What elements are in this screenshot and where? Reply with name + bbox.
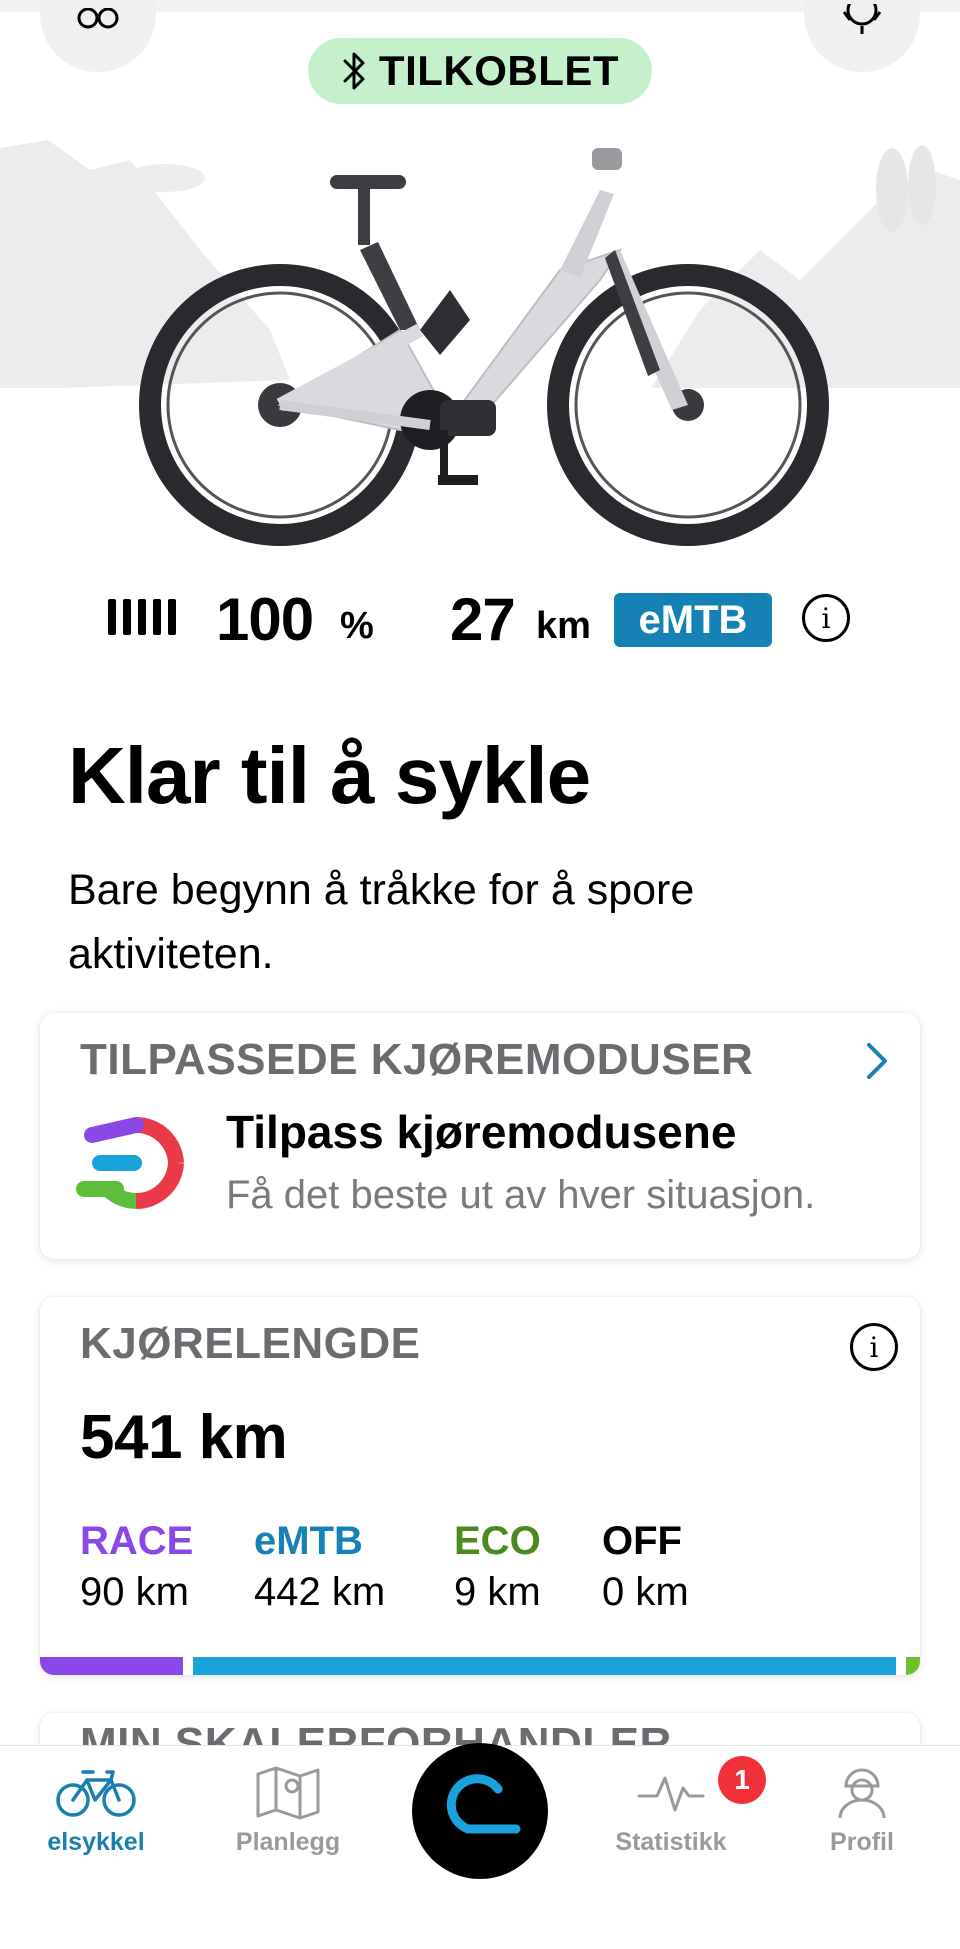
- rides-icon: [77, 8, 119, 29]
- battery-bar: [168, 599, 176, 635]
- range-value: 27: [450, 586, 516, 653]
- ride-modes-icon: [76, 1116, 184, 1210]
- connection-status-badge: TILKOBLET: [308, 38, 652, 104]
- range-unit: km: [536, 605, 591, 647]
- profile-icon: [838, 1768, 886, 1819]
- info-icon[interactable]: i: [802, 594, 850, 642]
- mode-label: OFF: [602, 1519, 682, 1563]
- custom-modes-card[interactable]: TILPASSEDE KJØREMODUSER Tilpass kjøremod…: [40, 1013, 920, 1259]
- mode-segment-eco: ECO 9 km: [454, 1519, 541, 1615]
- card-title: TILPASSEDE KJØREMODUSER: [80, 1035, 754, 1084]
- card-title: KJØRELENGDE: [80, 1319, 421, 1368]
- mode-label: RACE: [80, 1519, 194, 1563]
- tab-label: Planlegg: [235, 1828, 341, 1856]
- tab-elsykkel[interactable]: elsykkel: [16, 1764, 176, 1857]
- battery-percent: 100: [216, 586, 314, 653]
- ride-start-icon: [446, 1774, 521, 1834]
- mode-distribution-bar: [40, 1657, 920, 1675]
- mode-distance: 0 km: [602, 1570, 689, 1614]
- mode-segment-off: OFF 0 km: [602, 1519, 689, 1615]
- mode-segment-emtb: eMTB 442 km: [254, 1519, 385, 1615]
- odometer-card: KJØRELENGDE i 541 km RACE 90 km eMTB 442…: [40, 1297, 920, 1675]
- connection-label: TILKOBLET: [378, 47, 620, 94]
- mode-segment-race: RACE 90 km: [80, 1519, 193, 1615]
- mode-distance: 442 km: [254, 1570, 386, 1614]
- mode-distance: 9 km: [454, 1570, 541, 1614]
- odometer-total: 541 km: [80, 1403, 288, 1472]
- page-subtitle: Bare begynn å tråkke for å spore aktivit…: [68, 866, 695, 978]
- tab-label: Profil: [830, 1828, 894, 1856]
- distribution-segment-race: [40, 1657, 184, 1675]
- page-title: Klar til å sykle: [68, 731, 591, 820]
- tab-label: elsykkel: [47, 1828, 145, 1856]
- card-subheading: Få det beste ut av hver situasjon.: [226, 1173, 816, 1217]
- battery-bar: [138, 599, 146, 635]
- tab-profil[interactable]: Profil: [782, 1764, 942, 1857]
- battery-bar: [153, 599, 161, 635]
- bluetooth-icon: [343, 52, 365, 90]
- tab-label: Statistikk: [615, 1828, 727, 1856]
- cloud: [125, 164, 205, 192]
- mode-label: ECO: [454, 1519, 541, 1563]
- battery-level-bars: [108, 599, 176, 635]
- battery-bar: [108, 599, 116, 635]
- mode-distance: 90 km: [80, 1570, 189, 1614]
- mode-label: eMTB: [254, 1519, 363, 1563]
- distribution-segment-eco: [905, 1657, 920, 1675]
- assist-mode-badge: eMTB: [614, 593, 772, 647]
- info-icon[interactable]: i: [850, 1323, 898, 1371]
- bike-hero-illustration: [0, 140, 960, 546]
- battery-percent-unit: %: [340, 605, 374, 647]
- tab-planlegg[interactable]: Planlegg: [208, 1764, 368, 1857]
- card-heading: Tilpass kjøremodusene: [226, 1106, 737, 1158]
- rides-button[interactable]: [40, 0, 156, 72]
- gear-icon: [842, 4, 882, 34]
- settings-button[interactable]: [804, 0, 920, 72]
- bike-icon: [56, 1770, 136, 1817]
- notification-badge: 1: [718, 1756, 766, 1804]
- activity-icon: [637, 1776, 705, 1812]
- distribution-segment-emtb: [193, 1657, 896, 1675]
- start-ride-button[interactable]: [412, 1743, 548, 1879]
- chevron-right-icon: [867, 1043, 887, 1079]
- battery-bar: [123, 599, 131, 635]
- map-icon: [256, 1766, 320, 1820]
